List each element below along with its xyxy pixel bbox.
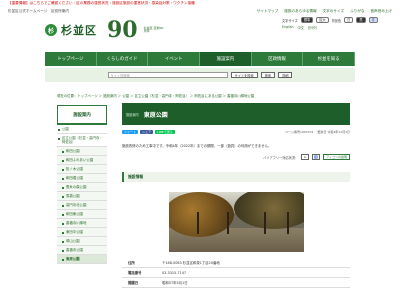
line-share-button[interactable]: LINEで送る bbox=[155, 129, 175, 135]
notice-text: 施設改修のため工事中です。令和4年（2022年）までの期間、一部（遊具）の利用が… bbox=[122, 144, 272, 148]
restroom-icon: 🚻 bbox=[312, 154, 321, 160]
sidebar-item[interactable]: 善福寺川緑地 bbox=[57, 219, 107, 228]
sidebar-item[interactable]: 善福寺公園 bbox=[57, 246, 107, 255]
top-link-facilities[interactable]: 施設のあらゆる情報 bbox=[284, 9, 316, 14]
search-scope-select[interactable]: サイトを検索 bbox=[230, 72, 258, 78]
top-link-read-aloud[interactable]: 音声読み上げ bbox=[370, 9, 392, 14]
accessibility-label: バリアフリー対応状況： bbox=[263, 155, 299, 160]
breadcrumb[interactable]: 現在の位置：トップページ ＞ 施設案内 ＞ 公園 ＞ 区立公園（杉並・高円寺・阿… bbox=[57, 93, 254, 98]
anniversary-logo: 90 bbox=[107, 17, 138, 43]
sidebar-item[interactable]: 塚山公園 bbox=[57, 237, 107, 246]
search-input[interactable]: サイト内検索 bbox=[107, 72, 228, 78]
info-value: 昭和57年5月1日 bbox=[162, 281, 188, 285]
updated-date: 更新日 令和4年11月1日 bbox=[317, 130, 350, 134]
accessibility-row: バリアフリー対応状況： ♿ 🚻 アイコンの説明 bbox=[122, 154, 350, 160]
nav-government[interactable]: 区政情報 bbox=[252, 52, 304, 66]
info-key: 開園日 bbox=[128, 281, 139, 285]
top-link-furigana[interactable]: ふりがな bbox=[350, 9, 364, 14]
site-logo[interactable]: 杉 杉並区 90 杉並区 区制90周年 bbox=[45, 17, 166, 43]
sidebar-list: 公園 区立公園（杉並・高円寺・阿佐谷） 和田公園 和田ふれあい公園 松ノ木公園 和田堀公園… bbox=[57, 125, 107, 264]
share-row: ツイート シェア LINEで送る ページ番号1007072 更新日 令和4年11… bbox=[122, 129, 350, 135]
search-bar: サイト内検索 サイトを検索 検索 詳細 bbox=[45, 68, 355, 82]
alert-banner[interactable]: 【重要情報】はこちらでご確認ください｜区の業務の運営状況・施設区施設の運営状況・… bbox=[0, 0, 400, 7]
advanced-search-button[interactable]: 詳細 bbox=[278, 72, 293, 78]
sidebar-item[interactable]: 和田堀公園 bbox=[57, 174, 107, 183]
lang-english[interactable]: English bbox=[282, 25, 294, 30]
site-header: 杉 杉並区 90 杉並区 区制90周年 文字サイズ 標準 拡大 背景色 白 黒 … bbox=[0, 15, 400, 52]
table-row: 住所 〒168-0063 杉並区和泉1丁目20番地 bbox=[122, 258, 350, 268]
page-category: 施設案内 bbox=[126, 112, 139, 117]
sidebar-item[interactable]: 和田公園 bbox=[57, 147, 107, 156]
nav-events[interactable]: イベント bbox=[148, 52, 201, 66]
sidebar-item[interactable]: 松ノ木公園 bbox=[57, 165, 107, 174]
sidebar-item[interactable]: 馬橋公園 bbox=[57, 192, 107, 201]
bg-color-black[interactable]: 黒 bbox=[356, 16, 366, 24]
global-nav: トップページ くらしのガイド イベント 施設案内 区政情報 杉並を知る bbox=[45, 52, 356, 66]
facebook-share-button[interactable]: シェア bbox=[140, 129, 154, 135]
sidebar-item[interactable]: 和田東公園 bbox=[57, 210, 107, 219]
page-id: ページ番号1007072 bbox=[285, 130, 314, 134]
facility-info-heading: 施設情報 bbox=[122, 172, 350, 182]
sidebar-item[interactable]: 区立公園（杉並・高円寺・阿佐谷） bbox=[57, 134, 107, 147]
page-title: 東原公園 bbox=[143, 111, 168, 119]
sidebar-item[interactable]: 東田中公園 bbox=[57, 228, 107, 237]
nav-top[interactable]: トップページ bbox=[45, 52, 97, 66]
facility-info-table: 住所 〒168-0063 杉並区和泉1丁目20番地 電話番号 03-3315-7… bbox=[122, 258, 350, 288]
sidebar-title: 施設案内 bbox=[57, 105, 107, 125]
wheelchair-icon: ♿ bbox=[301, 154, 310, 160]
main-content: 施設案内 東原公園 ツイート シェア LINEで送る ページ番号1007072 … bbox=[122, 103, 350, 288]
page-meta: ページ番号1007072 更新日 令和4年11月1日 bbox=[285, 130, 350, 134]
nav-facilities[interactable]: 施設案内 bbox=[200, 52, 252, 66]
icon-legend-link[interactable]: アイコンの説明 bbox=[323, 154, 350, 160]
park-photo bbox=[168, 192, 304, 252]
display-settings: 文字サイズ 標準 拡大 背景色 白 黒 青 English 中文 한국어 bbox=[282, 16, 392, 30]
sidebar-item[interactable]: 公園 bbox=[57, 125, 107, 134]
nav-guide[interactable]: くらしのガイド bbox=[97, 52, 149, 66]
site-name: 杉並区 bbox=[61, 24, 97, 37]
bg-color-white[interactable]: 白 bbox=[344, 16, 354, 24]
font-size-label: 文字サイズ bbox=[282, 18, 298, 23]
info-value: 〒168-0063 杉並区和泉1丁目20番地 bbox=[162, 261, 220, 265]
font-size-standard[interactable]: 標準 bbox=[300, 16, 314, 24]
nav-about[interactable]: 杉並を知る bbox=[303, 52, 356, 66]
info-key: 電話番号 bbox=[128, 271, 142, 275]
bg-color-label: 背景色 bbox=[331, 18, 342, 23]
lang-korean[interactable]: 한국어 bbox=[308, 25, 317, 30]
sidebar-item[interactable]: 高円寺北公園 bbox=[57, 201, 107, 210]
table-row: 電話番号 03-3315-7147 bbox=[122, 268, 350, 278]
top-links: サイトマップ 施設のあらゆる情報 文字のサイズ ふりがな 音声読み上げ bbox=[257, 9, 392, 14]
bg-color-blue[interactable]: 青 bbox=[368, 16, 378, 24]
lang-chinese[interactable]: 中文 bbox=[298, 25, 304, 30]
anniversary-label: 杉並区 区制90周年 bbox=[143, 25, 164, 33]
search-button[interactable]: 検索 bbox=[260, 72, 276, 78]
language-links: English 中文 한국어 bbox=[282, 25, 392, 30]
info-key: 住所 bbox=[128, 261, 135, 265]
table-row: 開園日 昭和57年5月1日 bbox=[122, 278, 350, 288]
top-utility-bar: 杉並区公式ホームページ 区役所案内 サイトマップ 施設のあらゆる情報 文字のサイ… bbox=[0, 7, 400, 15]
top-link-font-size[interactable]: 文字のサイズ bbox=[323, 9, 344, 14]
sidebar-item[interactable]: 蚕糸の森公園 bbox=[57, 183, 107, 192]
sidebar-item[interactable]: 東原公園 bbox=[57, 255, 107, 264]
sidebar: 施設案内 公園 区立公園（杉並・高円寺・阿佐谷） 和田公園 和田ふれあい公園 松ノ木公園… bbox=[57, 105, 107, 264]
suginami-logo-icon: 杉 bbox=[45, 24, 57, 36]
page-title-bar: 施設案内 東原公園 bbox=[122, 103, 350, 125]
font-size-large[interactable]: 拡大 bbox=[316, 16, 329, 24]
site-label: 杉並区公式ホームページ 区役所案内 bbox=[8, 8, 69, 13]
info-value: 03-3315-7147 bbox=[162, 270, 187, 275]
tweet-button[interactable]: ツイート bbox=[122, 129, 139, 135]
sidebar-item[interactable]: 和田ふれあい公園 bbox=[57, 156, 107, 165]
top-link-sitemap[interactable]: サイトマップ bbox=[257, 9, 279, 14]
